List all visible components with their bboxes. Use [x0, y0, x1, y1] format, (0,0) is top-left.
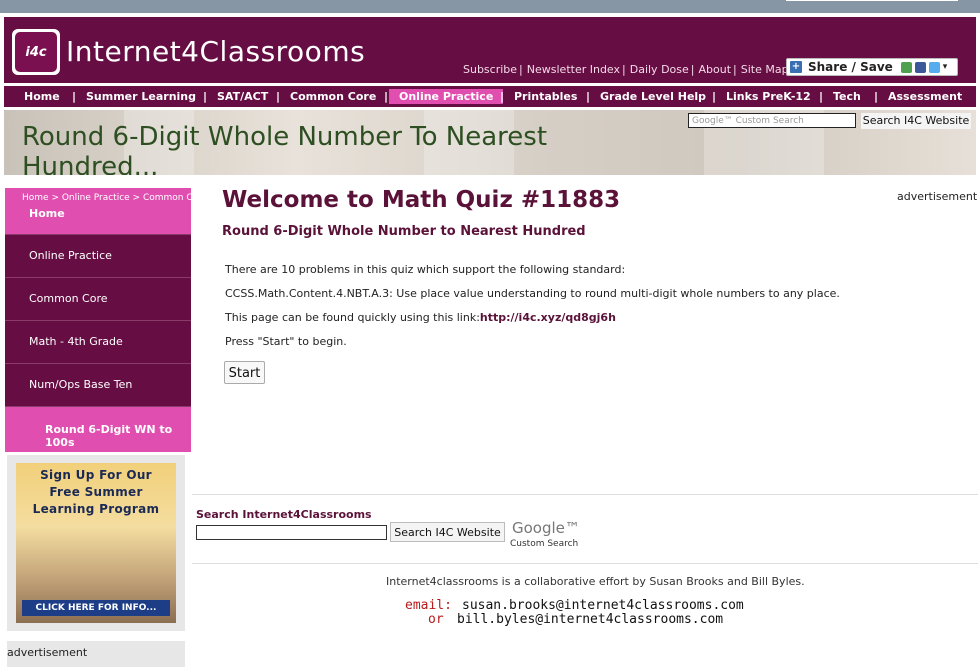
- sidebar-item-math-4th-grade[interactable]: Math - 4th Grade: [5, 321, 191, 364]
- summer-learning-promo-image[interactable]: Sign Up For Our Free Summer Learning Pro…: [16, 463, 176, 623]
- footer-email-label: email:: [405, 598, 452, 613]
- top-link-daily-dose[interactable]: Daily Dose: [630, 63, 689, 77]
- top-link-site-map[interactable]: Site Map: [741, 63, 789, 77]
- nav-separator: |: [819, 90, 824, 103]
- footer-email-1[interactable]: susan.brooks@internet4classrooms.com: [462, 598, 744, 613]
- nav-separator: |: [203, 90, 208, 103]
- google-logo: Google™: [512, 519, 580, 537]
- footer-or-label: or: [428, 612, 444, 627]
- sidebar-item-label: Num/Ops Base Ten: [29, 378, 133, 391]
- nav-printables[interactable]: Printables: [514, 89, 577, 104]
- page-title: Round 6-Digit Whole Number To Nearest Hu…: [22, 122, 548, 175]
- nav-common-core[interactable]: Common Core: [290, 89, 376, 104]
- quiz-standard-text: CCSS.Math.Content.4.NBT.A.3: Use place v…: [225, 287, 840, 300]
- chevron-down-icon: ▾: [942, 62, 948, 72]
- divider: [192, 494, 978, 495]
- facebook-icon: [914, 61, 926, 73]
- quiz-title: Welcome to Math Quiz #11883: [222, 187, 621, 213]
- nav-separator: |: [384, 90, 389, 103]
- nav-tech[interactable]: Tech: [833, 89, 861, 104]
- logo-mark: i4c: [15, 32, 57, 72]
- nav-separator: |: [586, 90, 591, 103]
- share-save-label: Share / Save: [808, 60, 893, 74]
- top-link-separator: |: [519, 63, 523, 76]
- sidebar-item-label: Round 6-Digit WN to 100s: [45, 423, 173, 449]
- promo-line-2: Free Summer: [49, 485, 143, 499]
- main-advertisement-label: advertisement: [897, 190, 978, 203]
- start-button[interactable]: Start: [224, 361, 265, 384]
- quiz-intro-text: There are 10 problems in this quiz which…: [225, 263, 626, 276]
- sidebar-item-online-practice[interactable]: Online Practice: [5, 235, 191, 278]
- promo-line-1: Sign Up For Our: [40, 468, 152, 482]
- nav-sat-act[interactable]: SAT/ACT: [217, 89, 268, 104]
- share-save-button[interactable]: + Share / Save ▾: [786, 58, 958, 76]
- sidebar-item-label: Math - 4th Grade: [29, 335, 123, 348]
- quiz-start-instruction: Press "Start" to begin.: [225, 335, 347, 348]
- footer-email-2[interactable]: bill.byles@internet4classrooms.com: [457, 612, 723, 627]
- twitter-icon: [928, 61, 940, 73]
- nav-grade-level-help[interactable]: Grade Level Help: [600, 89, 706, 104]
- nav-links-prek-12[interactable]: Links PreK-12: [726, 89, 811, 104]
- nav-online-practice[interactable]: Online Practice: [389, 89, 504, 104]
- plus-icon: +: [790, 61, 802, 73]
- bottom-search-label: Search Internet4Classrooms: [196, 508, 372, 521]
- sidebar-item-num-ops-base-ten[interactable]: Num/Ops Base Ten: [5, 364, 191, 407]
- sidebar-item-label: Online Practice: [29, 249, 112, 262]
- sidebar-item-label: Home: [29, 207, 65, 220]
- sidebar-item-label: Common Core: [29, 292, 108, 305]
- header-search-button[interactable]: Search I4C Website: [861, 113, 971, 129]
- footer-credit: Internet4classrooms is a collaborative e…: [386, 575, 805, 588]
- quiz-subtitle: Round 6-Digit Whole Number to Nearest Hu…: [222, 224, 586, 239]
- top-link-separator: |: [622, 63, 626, 76]
- quiz-link-prefix: This page can be found quickly using thi…: [225, 311, 480, 324]
- nav-assessment[interactable]: Assessment: [888, 89, 962, 104]
- nav-separator: |: [874, 90, 879, 103]
- promo-line-3: Learning Program: [32, 502, 160, 516]
- top-links: Subscribe | Newsletter Index | Daily Dose |…: [463, 63, 789, 77]
- email-share-icon: [900, 61, 912, 73]
- nav-separator: |: [72, 90, 77, 103]
- site-name[interactable]: Internet4Classrooms: [66, 35, 365, 68]
- bottom-search-input[interactable]: [196, 525, 387, 540]
- sidebar-item-round-6-digit[interactable]: Round 6-Digit WN to 100s: [5, 407, 191, 452]
- sidebar: Home Online Practice Common Core Math - …: [5, 188, 191, 452]
- sidebar-item-common-core[interactable]: Common Core: [5, 278, 191, 321]
- site-logo[interactable]: i4c: [12, 29, 60, 75]
- nav-separator: |: [712, 90, 717, 103]
- nav-separator: |: [276, 90, 281, 103]
- promo-cta: CLICK HERE FOR INFO...: [22, 600, 170, 616]
- quiz-short-link[interactable]: http://i4c.xyz/qd8gj6h: [480, 311, 616, 324]
- nav-home[interactable]: Home: [24, 89, 60, 104]
- quiz-link-text: This page can be found quickly using thi…: [225, 311, 616, 324]
- nav-separator: |: [500, 90, 505, 103]
- top-link-newsletter-index[interactable]: Newsletter Index: [527, 63, 620, 77]
- custom-search-label: Custom Search: [510, 539, 579, 549]
- top-strip-box: [786, 0, 958, 1]
- top-link-separator: |: [690, 63, 695, 76]
- top-link-about[interactable]: About: [698, 63, 731, 77]
- divider: [192, 563, 978, 564]
- main-nav: Home | Summer Learning | SAT/ACT | Commo…: [4, 86, 976, 107]
- top-link-subscribe[interactable]: Subscribe: [463, 63, 517, 77]
- nav-summer-learning[interactable]: Summer Learning: [86, 89, 196, 104]
- browser-top-strip: [0, 0, 980, 13]
- header-search-input[interactable]: Google™ Custom Search: [688, 113, 856, 128]
- top-link-separator: |: [733, 63, 737, 76]
- bottom-search-button[interactable]: Search I4C Website: [390, 522, 505, 542]
- sidebar-advertisement-label: advertisement: [7, 641, 185, 667]
